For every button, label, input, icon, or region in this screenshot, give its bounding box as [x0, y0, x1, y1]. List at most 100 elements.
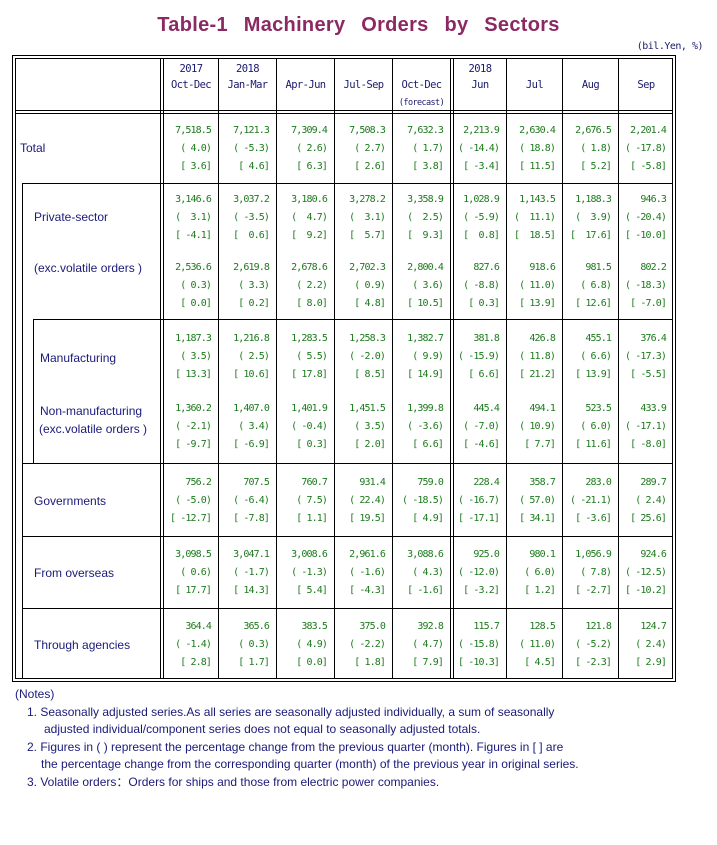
data-cell: 364.4 ( -1.4) [ 2.8] [162, 618, 212, 672]
change-prev-year: [ 3.8] [412, 161, 444, 172]
order-value: 2,630.4 [519, 125, 556, 136]
data-cell: 925.0 ( -12.0) [ -3.2] [452, 546, 500, 600]
order-value: 1,283.5 [291, 333, 328, 344]
change-prev-year: [ 0.8] [463, 230, 500, 241]
order-value: 946.3 [640, 194, 667, 205]
change-prev-period: ( 10.9) [519, 421, 556, 432]
order-value: 228.4 [473, 477, 500, 488]
row-divider [22, 608, 673, 609]
row-label: Total [20, 141, 46, 155]
change-prev-period: ( 3.9) [575, 212, 612, 223]
change-prev-period: ( 4.0) [180, 143, 212, 154]
change-prev-year: [ 7.7] [524, 439, 556, 450]
order-value: 980.1 [529, 549, 556, 560]
change-prev-year: [ 0.0] [296, 657, 328, 668]
order-value: 981.5 [585, 262, 612, 273]
order-value: 1,143.5 [519, 194, 556, 205]
order-value: 925.0 [473, 549, 500, 560]
change-prev-period: ( 11.1) [514, 212, 556, 223]
column-header-year [563, 61, 618, 77]
change-prev-year: [ 2.9] [635, 657, 667, 668]
row-divider [22, 463, 673, 464]
change-prev-period: ( 11.8) [519, 351, 556, 362]
change-prev-period: ( 22.4) [349, 495, 386, 506]
order-value: 365.6 [243, 621, 270, 632]
change-prev-period: ( -5.0) [175, 495, 212, 506]
change-prev-year: [ -10.0] [625, 230, 667, 241]
order-value: 494.1 [529, 403, 556, 414]
order-value: 924.6 [640, 549, 667, 560]
order-value: 827.6 [473, 262, 500, 273]
column-header-year: 2018 [236, 63, 259, 75]
change-prev-period: ( 7.5) [296, 495, 328, 506]
change-prev-period: ( 3.1) [175, 212, 212, 223]
change-prev-period: ( 4.7) [291, 212, 328, 223]
order-value: 115.7 [473, 621, 500, 632]
data-cell: 3,278.2 ( 3.1) [ 5.7] [336, 191, 386, 245]
order-value: 3,037.2 [233, 194, 270, 205]
change-prev-year: [ 17.8] [291, 369, 328, 380]
column-header-year [393, 61, 450, 77]
order-value: 358.7 [529, 477, 556, 488]
order-value: 3,047.1 [233, 549, 270, 560]
data-cell: 7,518.5 ( 4.0) [ 3.6] [162, 122, 212, 176]
row-label-sub: (exc.volatile orders ) [39, 422, 148, 436]
column-divider [392, 58, 393, 679]
change-prev-year: [ 17.7] [175, 585, 212, 596]
change-prev-year: [ 14.9] [407, 369, 444, 380]
change-prev-period: ( 1.8) [580, 143, 612, 154]
change-prev-year: [ 0.0] [180, 298, 212, 309]
change-prev-period: ( -14.4) [458, 143, 500, 154]
change-prev-period: ( 57.0) [519, 495, 556, 506]
order-value: 2,678.6 [291, 262, 328, 273]
order-value: 3,008.6 [291, 549, 328, 560]
change-prev-period: ( 0.9) [354, 280, 386, 291]
change-prev-period: ( -7.0) [463, 421, 500, 432]
data-cell: 3,088.6 ( 4.3) [ -1.6] [394, 546, 444, 600]
order-value: 376.4 [640, 333, 667, 344]
change-prev-year: [ 34.1] [519, 513, 556, 524]
data-cell: 128.5 ( 11.0) [ 4.5] [508, 618, 556, 672]
change-prev-period: ( -20.4) [625, 212, 667, 223]
change-prev-period: ( 9.9) [412, 351, 444, 362]
data-cell: 365.6 ( 0.3) [ 1.7] [220, 618, 270, 672]
column-divider [562, 58, 563, 679]
change-prev-period: ( -0.4) [291, 421, 328, 432]
order-value: 931.4 [359, 477, 386, 488]
change-prev-period: ( -17.8) [625, 143, 667, 154]
data-cell: 1,028.9 ( -5.9) [ 0.8] [452, 191, 500, 245]
data-cell: 760.7 ( 7.5) [ 1.1] [278, 474, 328, 528]
order-value: 2,961.6 [349, 549, 386, 560]
change-prev-year: [ 9.3] [407, 230, 444, 241]
data-cell: 445.4 ( -7.0) [ -4.6] [452, 400, 500, 454]
change-prev-year: [ 1.1] [296, 513, 328, 524]
header-divider [15, 113, 673, 114]
change-prev-period: ( 3.5) [180, 351, 212, 362]
data-cell: 3,037.2 ( -3.5) [ 0.6] [220, 191, 270, 245]
data-cell: 2,678.6 ( 2.2) [ 8.0] [278, 259, 328, 313]
order-value: 1,382.7 [407, 333, 444, 344]
change-prev-period: ( -3.5) [233, 212, 270, 223]
data-cell: 1,360.2 ( -2.1) [ -9.7] [162, 400, 212, 454]
change-prev-period: ( -15.8) [458, 639, 500, 650]
column-header-period: Oct-Dec [170, 79, 212, 91]
change-prev-year: [ -5.8] [630, 161, 667, 172]
change-prev-year: [ -17.1] [458, 513, 500, 524]
change-prev-period: ( -5.9) [463, 212, 500, 223]
change-prev-year: [ 7.9] [412, 657, 444, 668]
data-cell: 980.1 ( 6.0) [ 1.2] [508, 546, 556, 600]
data-cell: 1,407.0 ( 3.4) [ -6.9] [220, 400, 270, 454]
order-value: 2,800.4 [407, 262, 444, 273]
change-prev-period: ( 11.0) [519, 280, 556, 291]
order-value: 707.5 [243, 477, 270, 488]
data-cell: 381.8 ( -15.9) [ 6.6] [452, 330, 500, 384]
data-cell: 228.4 ( -16.7) [ -17.1] [452, 474, 500, 528]
change-prev-year: [ -7.0] [630, 298, 667, 309]
unit-label: (bil.Yen, %) [636, 41, 704, 52]
change-prev-period: ( 3.6) [412, 280, 444, 291]
column-header-period: Jul-Sep [343, 79, 384, 91]
change-prev-year: [ 10.6] [233, 369, 270, 380]
change-prev-period: ( 6.0) [524, 567, 556, 578]
data-cell: 1,216.8 ( 2.5) [ 10.6] [220, 330, 270, 384]
change-prev-period: ( -12.0) [458, 567, 500, 578]
